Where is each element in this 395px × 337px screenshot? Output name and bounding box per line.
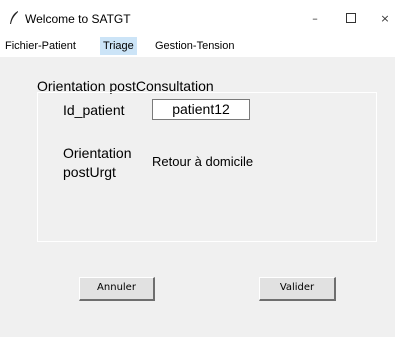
minimize-icon: – (312, 11, 318, 25)
id-patient-label: Id_patient (63, 102, 125, 118)
menu-fichier-patient[interactable]: Fichier-Patient (2, 37, 79, 55)
app-window: Welcome to SATGT – × Fichier-Patient Tri… (0, 0, 395, 337)
maximize-button[interactable] (337, 6, 365, 30)
cancel-button[interactable]: Annuler (79, 277, 155, 301)
close-button[interactable]: × (371, 6, 395, 30)
menu-bar: Fichier-Patient Triage Gestion-Tension (0, 36, 395, 56)
submit-button[interactable]: Valider (259, 277, 336, 301)
id-patient-field[interactable]: patient12 (152, 99, 250, 120)
orientation-label: Orientation postUrgt (63, 145, 132, 180)
close-icon: × (380, 11, 390, 25)
menu-triage[interactable]: Triage (100, 37, 137, 55)
minimize-button[interactable]: – (301, 6, 329, 30)
menu-gestion-tension[interactable]: Gestion-Tension (152, 37, 238, 55)
maximize-icon (346, 13, 356, 23)
main-content: Orientation postConsultation Id_patient … (0, 57, 395, 337)
title-bar[interactable]: Welcome to SATGT – × (0, 0, 395, 36)
orientation-value: Retour à domicile (152, 154, 254, 169)
feather-icon (10, 11, 18, 24)
window-title: Welcome to SATGT (25, 12, 131, 26)
